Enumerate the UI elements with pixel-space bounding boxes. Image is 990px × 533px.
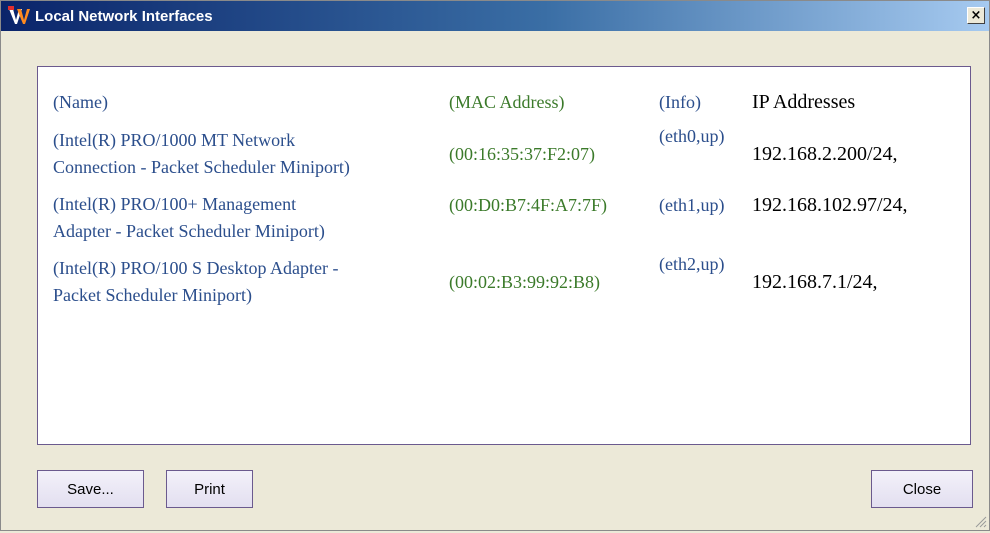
header-name: (Name) [53, 91, 108, 112]
print-button[interactable]: Print [166, 470, 253, 508]
close-icon[interactable]: × [967, 7, 985, 24]
interface-name-line: (Intel(R) PRO/100+ Management [53, 194, 297, 214]
interface-mac: (00:D0:B7:4F:A7:7F) [449, 186, 659, 250]
interface-name-line: Packet Scheduler Miniport) [53, 285, 252, 305]
interface-ip: 192.168.2.200/24, [752, 142, 898, 165]
interface-mac: (00:16:35:37:F2:07) [449, 143, 596, 164]
interfaces-panel: (Name) (MAC Address) (Info) IP Addresses… [37, 66, 971, 445]
interface-info-text: (eth2,up) [659, 253, 725, 274]
interface-name: (Intel(R) PRO/100+ Management Adapter - … [53, 186, 449, 250]
interface-name-line: Connection - Packet Scheduler Miniport) [53, 157, 350, 177]
interface-info: (eth2,up) [659, 250, 752, 314]
interfaces-table: (Name) (MAC Address) (Info) IP Addresses… [53, 82, 908, 314]
interface-name: (Intel(R) PRO/1000 MT Network Connection… [53, 122, 449, 186]
header-info: (Info) [659, 91, 701, 112]
interface-info: (eth1,up) [659, 186, 752, 250]
interface-ip-text: 192.168.102.97/24, [752, 193, 908, 216]
interface-mac: (00:02:B3:99:92:B8) [449, 271, 601, 292]
interface-name-line: (Intel(R) PRO/100 S Desktop Adapter - [53, 258, 339, 278]
table-row: (Intel(R) PRO/100+ Management Adapter - … [53, 186, 908, 250]
interface-info: (eth0,up) [659, 122, 752, 186]
interface-ip: 192.168.102.97/24, [752, 186, 908, 250]
header-mac: (MAC Address) [449, 91, 565, 112]
app-logo-icon [7, 5, 31, 27]
interface-info-text: (eth1,up) [659, 194, 725, 215]
save-button[interactable]: Save... [37, 470, 144, 508]
interface-ip: 192.168.7.1/24, [752, 270, 878, 293]
interface-mac-text: (00:D0:B7:4F:A7:7F) [449, 194, 608, 215]
interface-info-text: (eth0,up) [659, 125, 725, 146]
resize-grip-icon[interactable] [973, 514, 987, 528]
interface-name-line: Adapter - Packet Scheduler Miniport) [53, 221, 325, 241]
table-row: (Intel(R) PRO/1000 MT Network Connection… [53, 122, 908, 186]
table-header-row: (Name) (MAC Address) (Info) IP Addresses [53, 82, 908, 122]
window-title: Local Network Interfaces [35, 7, 213, 25]
close-button[interactable]: Close [871, 470, 973, 508]
title-bar[interactable]: Local Network Interfaces × [1, 1, 989, 31]
interface-name-line: (Intel(R) PRO/1000 MT Network [53, 130, 296, 150]
interface-name: (Intel(R) PRO/100 S Desktop Adapter - Pa… [53, 250, 449, 314]
dialog-window: Local Network Interfaces × (Name) (MAC A… [0, 0, 990, 531]
header-ip: IP Addresses [752, 90, 856, 113]
table-row: (Intel(R) PRO/100 S Desktop Adapter - Pa… [53, 250, 908, 314]
